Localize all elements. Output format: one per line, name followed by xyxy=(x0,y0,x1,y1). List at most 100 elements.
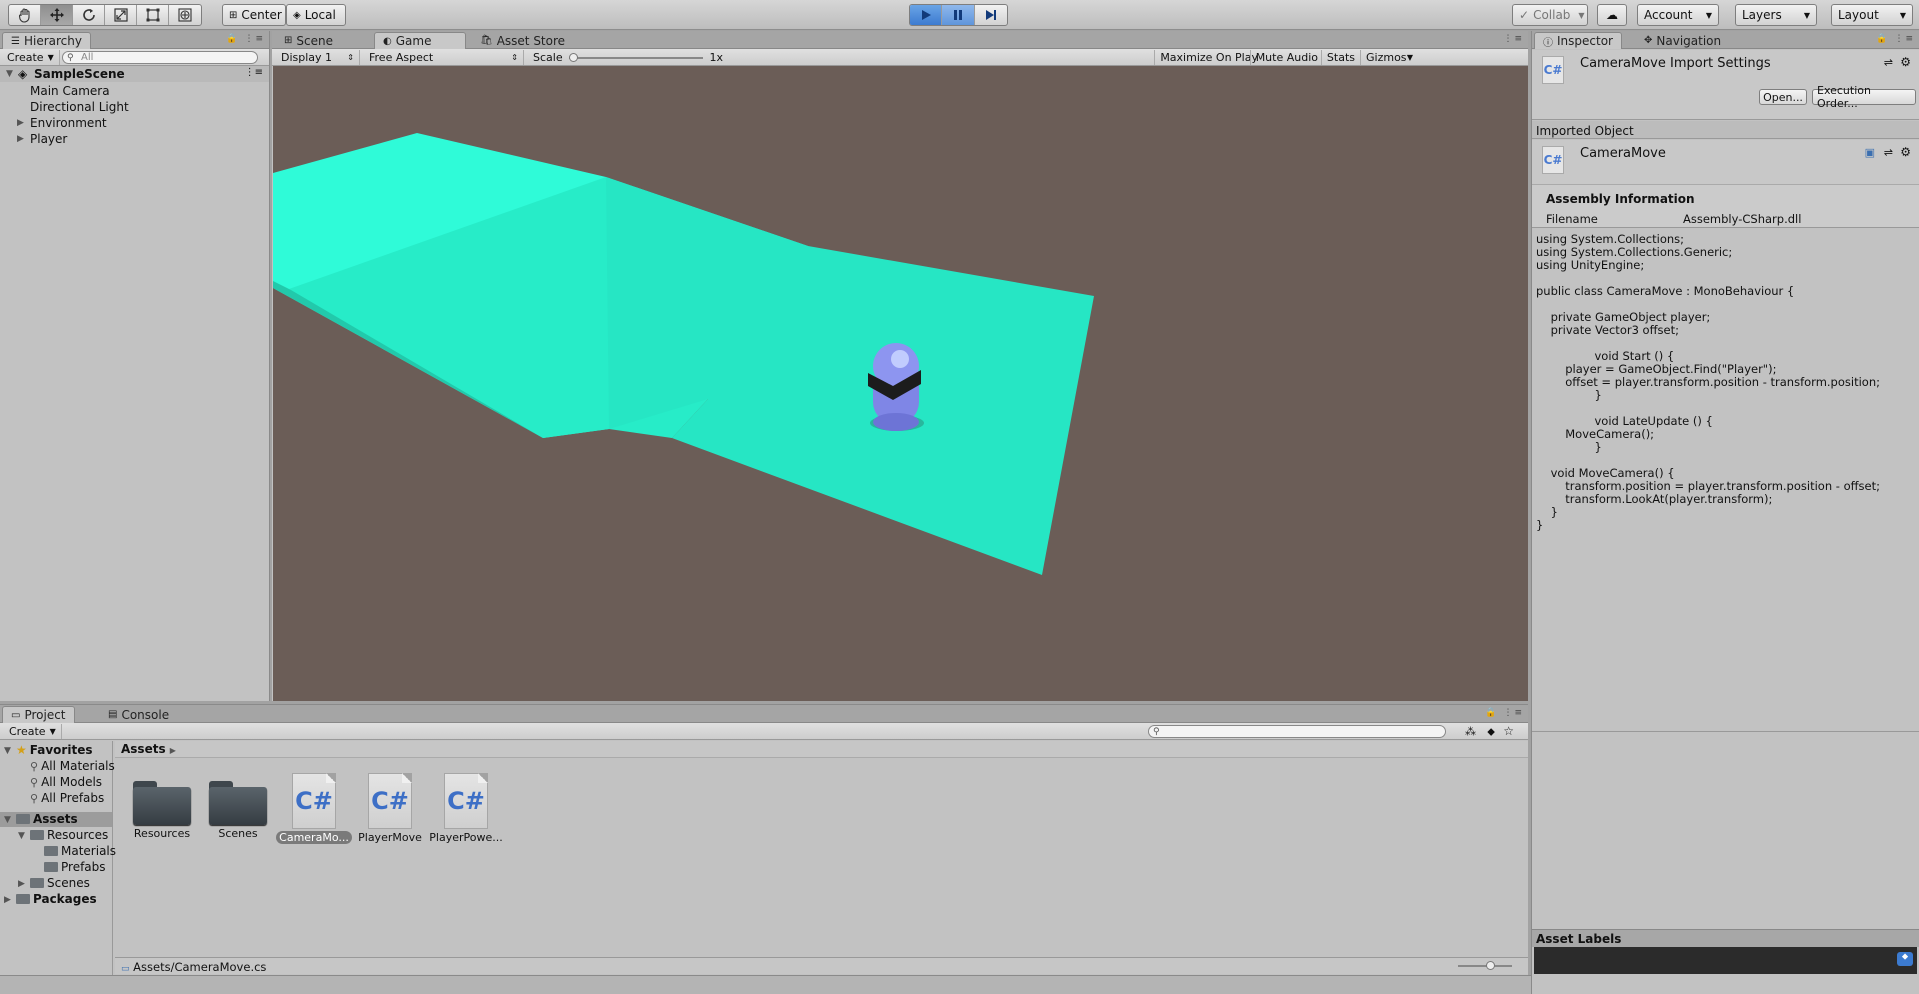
transform-tools xyxy=(8,4,202,26)
cloud-button[interactable]: ☁ xyxy=(1597,4,1627,26)
list-icon: ☰ xyxy=(11,35,20,47)
unity-scene-icon: ◈ xyxy=(18,67,28,81)
breadcrumb-assets[interactable]: Assets xyxy=(121,742,166,756)
asset-script-cameramove[interactable]: C# CameraMo... xyxy=(276,773,352,844)
scale-slider-thumb[interactable] xyxy=(568,52,578,62)
tab-label: Scene xyxy=(296,33,333,48)
tab-hierarchy[interactable]: ☰ Hierarchy xyxy=(2,32,91,49)
chevron-down-icon[interactable]: ▼ xyxy=(18,831,25,841)
collab-dropdown[interactable]: ✓ Collab ▼ xyxy=(1512,4,1588,26)
pivot-center-toggle[interactable]: ⊞ Center xyxy=(222,4,286,26)
pause-button[interactable] xyxy=(942,5,975,25)
panel-menu-icon[interactable]: 🔒 ⋮≡ xyxy=(226,34,265,44)
tab-scene[interactable]: ⊞ Scene xyxy=(276,32,341,49)
panel-menu-icon[interactable]: 🔒 ⋮≡ xyxy=(1485,708,1524,718)
scene-menu-icon[interactable]: ⋮≡ xyxy=(245,67,263,78)
import-settings-title: CameraMove Import Settings xyxy=(1580,56,1771,71)
gizmos-dropdown[interactable]: Gizmos ▼ xyxy=(1360,50,1418,65)
search-icon: ⚲ xyxy=(30,791,39,805)
asset-script-playermove[interactable]: C# PlayerMove xyxy=(352,773,428,844)
tree-prefabs[interactable]: Prefabs xyxy=(44,860,106,874)
play-button[interactable] xyxy=(910,5,943,25)
execution-order-button[interactable]: Execution Order... xyxy=(1812,84,1916,110)
account-dropdown[interactable]: Account ▼ xyxy=(1637,4,1719,26)
chevron-down-icon[interactable]: ▼ xyxy=(4,815,11,825)
hierarchy-create-dropdown[interactable]: Create ▼ xyxy=(2,50,60,65)
hierarchy-item-player[interactable]: Player xyxy=(30,132,67,146)
step-button[interactable] xyxy=(975,5,1007,25)
hand-tool-icon[interactable] xyxy=(9,5,41,25)
pacman-icon: ◐ xyxy=(383,35,392,47)
asset-script-playerpower[interactable]: C# PlayerPowe... xyxy=(428,773,504,844)
panel-menu-icon[interactable]: ⋮≡ xyxy=(1503,34,1524,44)
maximize-on-play-toggle[interactable]: Maximize On Play xyxy=(1154,50,1263,65)
rect-tool-icon[interactable] xyxy=(137,5,169,25)
icon-size-slider[interactable] xyxy=(1458,961,1512,970)
tree-label: Scenes xyxy=(47,876,90,890)
tab-inspector[interactable]: ⓘ Inspector xyxy=(1534,32,1622,49)
star-icon[interactable]: ☆ xyxy=(1503,724,1514,738)
hierarchy-item-directional-light[interactable]: Directional Light xyxy=(30,100,129,114)
import-settings-header: C# CameraMove Import Settings ⇌ ⚙ Open..… xyxy=(1532,50,1919,120)
game-viewport[interactable] xyxy=(273,66,1528,701)
chevron-right-icon[interactable]: ▶ xyxy=(17,118,24,128)
tab-asset-store[interactable]: 🛍 Asset Store xyxy=(472,32,573,49)
mute-audio-toggle[interactable]: Mute Audio xyxy=(1249,50,1323,65)
tree-fav-all-prefabs[interactable]: ⚲ All Prefabs xyxy=(30,791,104,805)
chevron-right-icon[interactable]: ▶ xyxy=(17,134,24,144)
layers-dropdown[interactable]: Layers ▼ xyxy=(1735,4,1817,26)
panel-menu-icon[interactable]: 🔒 ⋮≡ xyxy=(1876,34,1915,44)
tree-packages[interactable]: Packages xyxy=(16,892,97,906)
folder-icon: ▭ xyxy=(11,709,21,721)
tree-materials[interactable]: Materials xyxy=(44,844,116,858)
center-tabbar: ⊞ Scene ◐ Game 🛍 Asset Store ⋮≡ xyxy=(272,31,1528,49)
gear-icon[interactable]: ⚙ xyxy=(1900,145,1911,159)
tab-game[interactable]: ◐ Game xyxy=(374,32,466,49)
scale-slider[interactable] xyxy=(568,52,704,63)
preset-icon[interactable]: ⇌ xyxy=(1884,56,1893,69)
rotate-tool-icon[interactable] xyxy=(73,5,105,25)
scale-tool-icon[interactable] xyxy=(105,5,137,25)
search-icon: ⚲ xyxy=(30,759,39,773)
icon-size-slider-thumb[interactable] xyxy=(1486,961,1495,970)
scale-control: Scale 1x xyxy=(528,50,728,65)
tree-assets[interactable]: Assets xyxy=(16,812,78,826)
filter-type-icon[interactable]: ⁂ xyxy=(1465,725,1476,738)
tree-fav-all-materials[interactable]: ⚲ All Materials xyxy=(30,759,115,773)
label-tag-icon[interactable]: ⬥ xyxy=(1487,725,1495,739)
chevron-right-icon[interactable]: ▶ xyxy=(18,879,25,889)
gear-icon[interactable]: ⚙ xyxy=(1900,55,1911,69)
hierarchy-item-environment[interactable]: Environment xyxy=(30,116,107,130)
cloud-icon: ☁ xyxy=(1606,8,1618,22)
tree-resources[interactable]: Resources xyxy=(30,828,108,842)
tab-project[interactable]: ▭ Project xyxy=(2,706,75,723)
asset-folder-scenes[interactable]: Scenes xyxy=(200,777,276,840)
open-button[interactable]: Open... xyxy=(1759,89,1807,105)
project-create-dropdown[interactable]: Create ▼ xyxy=(4,724,62,739)
tree-scenes[interactable]: Scenes xyxy=(30,876,90,890)
tab-console[interactable]: ▤ Console xyxy=(100,706,177,723)
aspect-dropdown[interactable]: Free Aspect ⇕ xyxy=(364,50,524,65)
tree-favorites[interactable]: ★ Favorites xyxy=(16,743,92,757)
tab-navigation[interactable]: ✥ Navigation xyxy=(1636,32,1729,49)
hierarchy-item-main-camera[interactable]: Main Camera xyxy=(30,84,110,98)
search-icon: ⚲ xyxy=(1153,727,1160,737)
chevron-down-icon[interactable]: ▼ xyxy=(4,746,11,756)
tag-icon[interactable]: ⬥ xyxy=(1897,952,1913,966)
move-tool-icon[interactable] xyxy=(41,5,73,25)
asset-folder-resources[interactable]: Resources xyxy=(124,777,200,840)
hierarchy-search-input[interactable]: ⚲ All xyxy=(62,51,258,64)
project-search-input[interactable]: ⚲ xyxy=(1148,725,1446,738)
preset-icon[interactable]: ⇌ xyxy=(1884,146,1893,159)
stats-toggle[interactable]: Stats xyxy=(1320,50,1360,65)
chevron-right-icon[interactable]: ▶ xyxy=(4,895,11,905)
help-book-icon[interactable]: ▣ xyxy=(1865,146,1875,159)
chevron-down-icon[interactable]: ▼ xyxy=(6,69,13,79)
layout-dropdown[interactable]: Layout ▼ xyxy=(1831,4,1913,26)
display-dropdown[interactable]: Display 1 ⇕ xyxy=(276,50,360,65)
transform-tool-icon[interactable] xyxy=(169,5,201,25)
pivot-local-toggle[interactable]: ◈ Local xyxy=(286,4,346,26)
tree-fav-all-models[interactable]: ⚲ All Models xyxy=(30,775,102,789)
scene-row[interactable]: ▼ ◈ SampleScene ⋮≡ xyxy=(0,66,269,82)
search-placeholder: All xyxy=(81,52,94,63)
